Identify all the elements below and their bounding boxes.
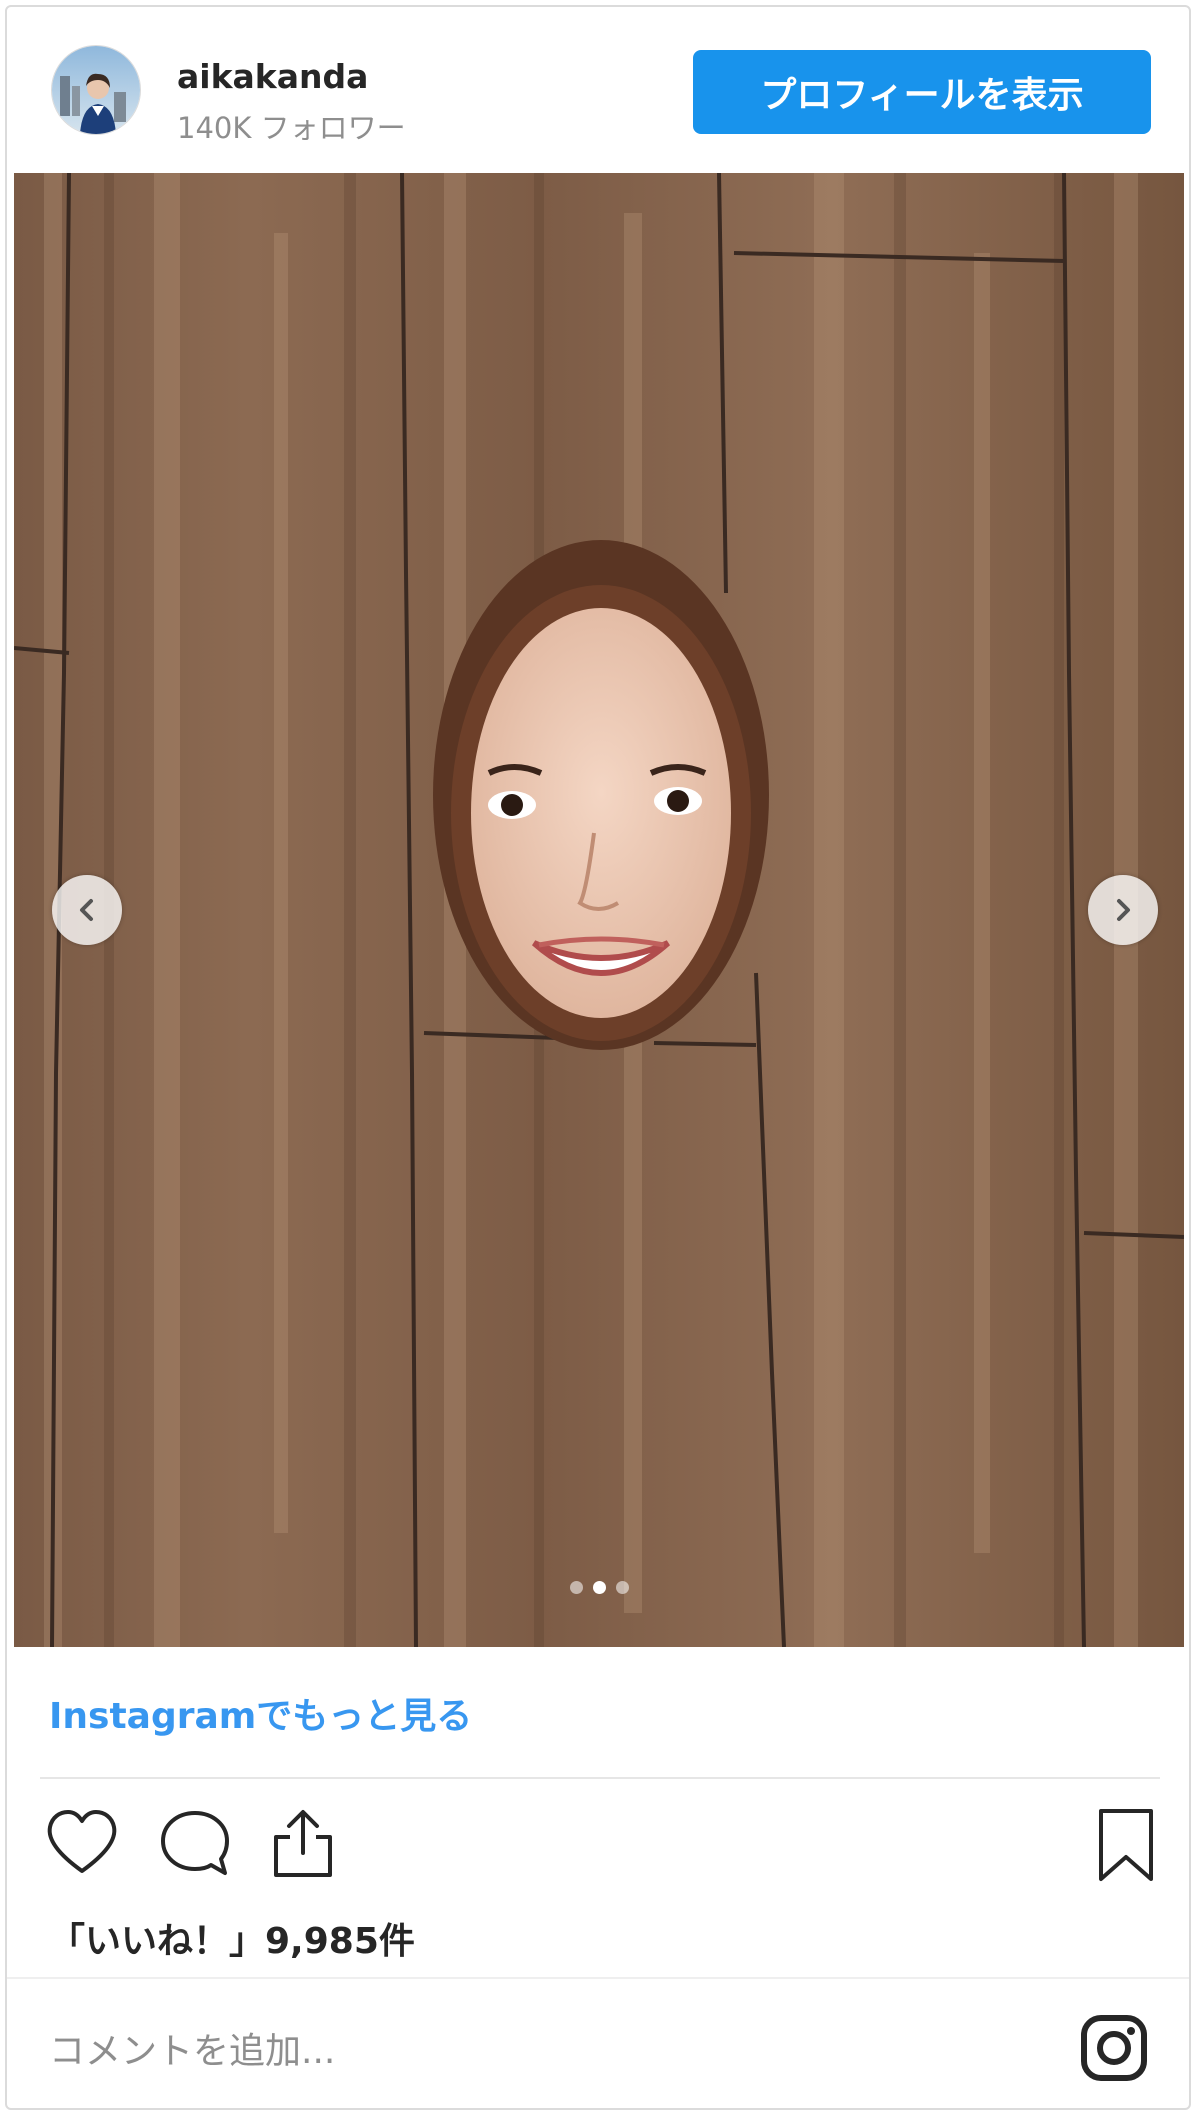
view-profile-button[interactable]: プロフィールを表示 bbox=[693, 50, 1151, 134]
share-icon bbox=[274, 1810, 332, 1877]
username[interactable]: aikakanda bbox=[177, 57, 368, 96]
add-comment-input[interactable]: コメントを追加... bbox=[49, 2022, 335, 2074]
view-more-link[interactable]: Instagramでもっと見る bbox=[49, 1687, 472, 1739]
instagram-icon bbox=[1081, 2015, 1147, 2081]
share-button[interactable] bbox=[268, 1807, 338, 1885]
next-slide-button[interactable] bbox=[1088, 875, 1158, 945]
comment-button[interactable] bbox=[157, 1807, 233, 1885]
bookmark-button[interactable] bbox=[1095, 1807, 1157, 1887]
carousel-indicator bbox=[14, 1581, 1184, 1594]
avatar[interactable] bbox=[51, 45, 141, 135]
carousel-dot bbox=[569, 1581, 583, 1594]
divider bbox=[40, 1777, 1160, 1779]
divider bbox=[7, 1977, 1189, 1979]
comment-icon bbox=[161, 1811, 229, 1875]
previous-slide-button[interactable] bbox=[52, 875, 122, 945]
carousel-dot-active bbox=[592, 1581, 606, 1594]
carousel-dot bbox=[615, 1581, 629, 1594]
heart-icon bbox=[47, 1810, 117, 1873]
chevron-left-icon bbox=[80, 899, 93, 921]
like-button[interactable] bbox=[44, 1807, 120, 1881]
follower-count: 140K フォロワー bbox=[177, 111, 406, 145]
post-header: aikakanda 140K フォロワー プロフィールを表示 bbox=[7, 7, 1189, 173]
like-count: 「いいね！」9,985件 bbox=[49, 1921, 415, 1962]
chevron-right-icon bbox=[1117, 899, 1130, 921]
instagram-embed: aikakanda 140K フォロワー プロフィールを表示 Instagram… bbox=[5, 5, 1191, 2110]
instagram-logo-button[interactable] bbox=[1079, 2013, 1149, 2087]
post-photo[interactable] bbox=[14, 173, 1184, 1647]
bookmark-icon bbox=[1099, 1809, 1153, 1881]
